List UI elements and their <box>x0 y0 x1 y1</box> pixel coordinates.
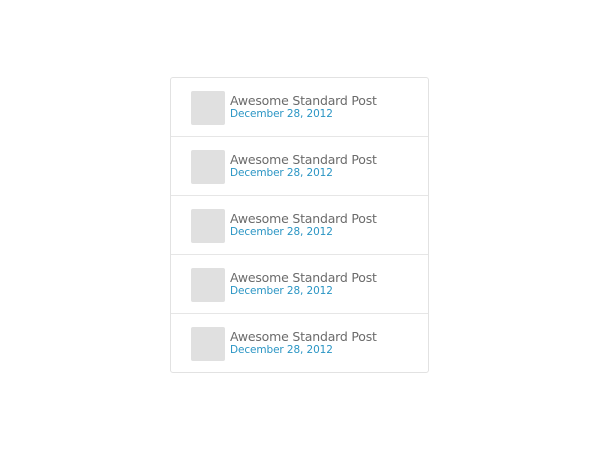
post-title[interactable]: Awesome Standard Post <box>230 270 377 285</box>
post-date[interactable]: December 28, 2012 <box>230 344 333 356</box>
post-item[interactable]: Awesome Standard Post December 28, 2012 <box>171 196 428 255</box>
post-title[interactable]: Awesome Standard Post <box>230 152 377 167</box>
post-thumbnail[interactable] <box>191 209 225 243</box>
post-title[interactable]: Awesome Standard Post <box>230 329 377 344</box>
post-thumbnail[interactable] <box>191 91 225 125</box>
post-item[interactable]: Awesome Standard Post December 28, 2012 <box>171 314 428 372</box>
post-thumbnail[interactable] <box>191 327 225 361</box>
post-item[interactable]: Awesome Standard Post December 28, 2012 <box>171 137 428 196</box>
post-date[interactable]: December 28, 2012 <box>230 167 333 179</box>
post-date[interactable]: December 28, 2012 <box>230 285 333 297</box>
post-item[interactable]: Awesome Standard Post December 28, 2012 <box>171 78 428 137</box>
post-date[interactable]: December 28, 2012 <box>230 108 333 120</box>
post-thumbnail[interactable] <box>191 150 225 184</box>
post-item[interactable]: Awesome Standard Post December 28, 2012 <box>171 255 428 314</box>
recent-posts-widget: Awesome Standard Post December 28, 2012 … <box>170 77 429 373</box>
post-date[interactable]: December 28, 2012 <box>230 226 333 238</box>
post-title[interactable]: Awesome Standard Post <box>230 93 377 108</box>
post-title[interactable]: Awesome Standard Post <box>230 211 377 226</box>
post-thumbnail[interactable] <box>191 268 225 302</box>
